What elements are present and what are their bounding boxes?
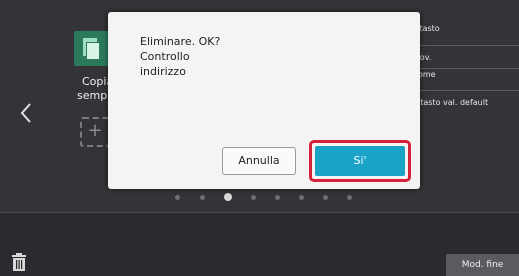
divider <box>0 212 519 213</box>
page-dot <box>275 195 280 200</box>
dialog-message-line: Controllo <box>140 50 190 63</box>
page-dot <box>299 195 304 200</box>
page-dot <box>347 195 352 200</box>
dialog-message-line: Eliminare. OK? <box>140 35 221 48</box>
add-shortcut-button[interactable]: + <box>80 117 110 147</box>
page-dot <box>251 195 256 200</box>
dialog-message: Eliminare. OK? Controllo indirizzo <box>140 34 320 79</box>
page-dot <box>323 195 328 200</box>
confirm-button[interactable]: Si' <box>315 146 405 176</box>
chevron-left-icon[interactable] <box>16 98 38 128</box>
divider <box>412 45 519 46</box>
divider <box>412 68 519 69</box>
trash-icon[interactable] <box>10 252 28 272</box>
page-dot <box>175 195 180 200</box>
end-edit-button[interactable]: Mod. fine <box>446 254 519 276</box>
cancel-button[interactable]: Annulla <box>222 147 296 175</box>
home-screen-edit: a tasto mov. Nome t. tasto val. default … <box>0 0 519 276</box>
simple-copy-icon[interactable] <box>74 31 109 66</box>
page-dot-active <box>224 193 232 201</box>
dialog-message-line: indirizzo <box>140 65 186 78</box>
side-menu: a tasto mov. Nome t. tasto val. default <box>412 8 519 158</box>
confirm-dialog: Eliminare. OK? Controllo indirizzo Annul… <box>108 12 420 189</box>
bottom-panel <box>0 212 519 276</box>
page-dot <box>200 195 205 200</box>
page-indicator <box>170 191 360 203</box>
side-menu-item-default-key[interactable]: t. tasto val. default <box>412 98 488 107</box>
divider <box>412 90 519 91</box>
